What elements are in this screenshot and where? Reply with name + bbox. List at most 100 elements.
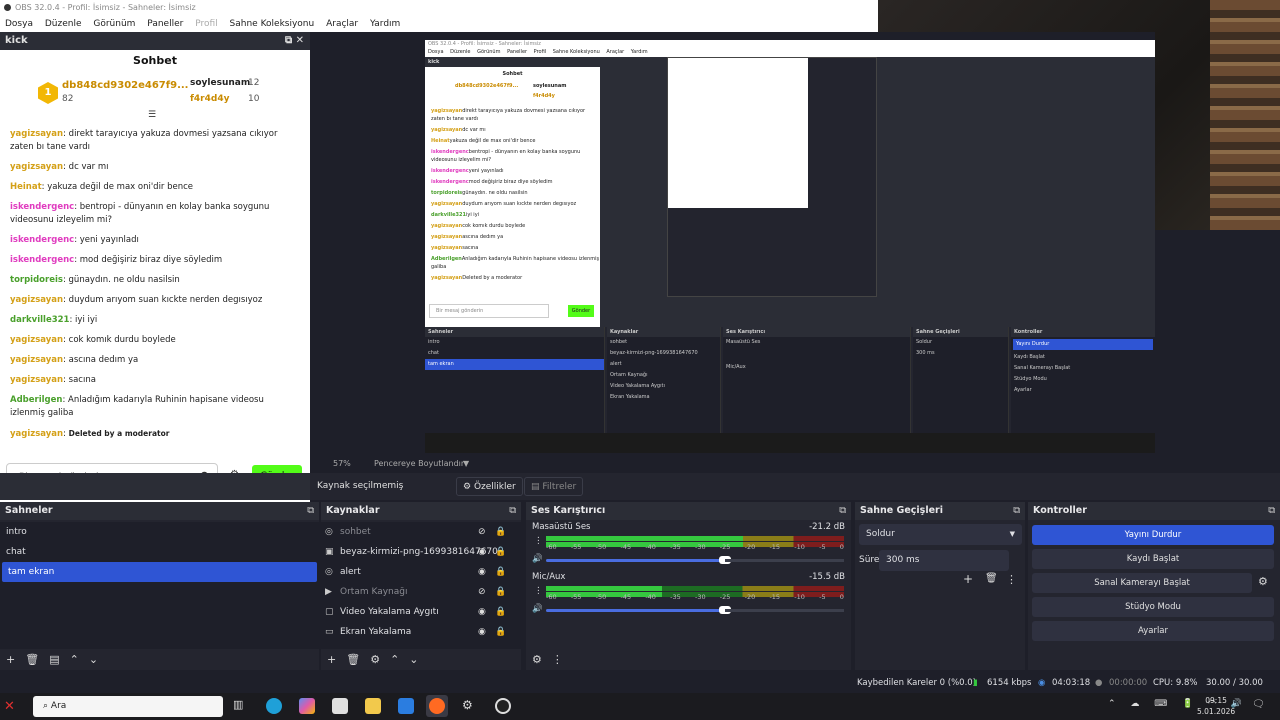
- settings-button[interactable]: Ayarlar: [1032, 621, 1274, 641]
- trash-icon[interactable]: 🗑: [25, 653, 39, 666]
- chat-username[interactable]: yagizsayan: [10, 355, 63, 365]
- source-item[interactable]: ▭ Ekran Yakalama ◉ 🔒: [321, 622, 521, 642]
- add-icon[interactable]: +: [963, 572, 973, 586]
- chat-username[interactable]: yagizsayan: [10, 375, 63, 385]
- scene-item-intro[interactable]: intro: [0, 522, 319, 542]
- pin-icon[interactable]: ☰: [148, 110, 156, 120]
- dock-popout-icon[interactable]: ⧉: [509, 502, 516, 520]
- menu-edit[interactable]: Düzenle: [45, 19, 82, 29]
- chat-username[interactable]: yagizsayan: [10, 335, 63, 345]
- fit-window-label[interactable]: Pencereye Boyutlandır: [374, 455, 464, 473]
- dock-popout-icon[interactable]: ⧉: [839, 502, 846, 520]
- menu-profile[interactable]: Profil: [195, 19, 217, 29]
- lock-icon[interactable]: 🔒: [495, 522, 506, 542]
- chat-username[interactable]: Adberilgen: [10, 395, 62, 405]
- trash-icon[interactable]: 🗑: [346, 653, 360, 666]
- volume-track[interactable]: [725, 609, 844, 612]
- trash-icon[interactable]: 🗑: [985, 573, 998, 584]
- firefox-icon[interactable]: [429, 698, 445, 714]
- obs-icon[interactable]: [495, 698, 511, 714]
- menu-help[interactable]: Yardım: [370, 19, 400, 29]
- arrow-up-icon[interactable]: ⌃: [70, 653, 79, 666]
- speaker-icon[interactable]: 🔊: [532, 554, 543, 564]
- chevron-down-icon[interactable]: ▼: [463, 455, 469, 473]
- transition-select[interactable]: Soldur ▼: [859, 524, 1022, 545]
- start-recording-button[interactable]: Kaydı Başlat: [1032, 549, 1274, 569]
- lock-icon[interactable]: 🔒: [495, 582, 506, 602]
- scene-item-chat[interactable]: chat: [0, 542, 319, 562]
- eye-hidden-icon[interactable]: ⊘: [478, 522, 486, 542]
- menu-view[interactable]: Görünüm: [93, 19, 135, 29]
- advanced-audio-icon[interactable]: ⚙: [532, 653, 542, 666]
- volume-slider[interactable]: [546, 556, 731, 564]
- lock-icon[interactable]: 🔒: [495, 562, 506, 582]
- studio-mode-button[interactable]: Stüdyo Modu: [1032, 597, 1274, 617]
- chat-username[interactable]: torpidoreis: [10, 275, 63, 285]
- chat-username[interactable]: yagizsayan: [10, 162, 63, 172]
- mail-icon[interactable]: [398, 698, 414, 714]
- volume-slider[interactable]: [546, 606, 731, 614]
- scene-item-tam-ekran[interactable]: tam ekran: [2, 562, 317, 582]
- taskbar-search[interactable]: ⌕ Ara: [33, 696, 223, 717]
- add-icon[interactable]: +: [327, 653, 336, 666]
- menu-tools[interactable]: Araçlar: [326, 19, 358, 29]
- chat-username[interactable]: Heinat: [10, 182, 42, 192]
- folder-icon[interactable]: [365, 698, 381, 714]
- source-item[interactable]: ◎ alert ◉ 🔒: [321, 562, 521, 582]
- source-item[interactable]: ▢ Video Yakalama Aygıtı ◉ 🔒: [321, 602, 521, 622]
- dock-popout-icon[interactable]: ⧉: [1268, 502, 1275, 520]
- add-icon[interactable]: +: [6, 653, 15, 666]
- eye-hidden-icon[interactable]: ⊘: [478, 582, 486, 602]
- source-item[interactable]: ▣ beyaz-kirmizi-png-1699381647670 ◉ 🔒: [321, 542, 521, 562]
- channel-menu-icon[interactable]: ⋮: [534, 586, 543, 596]
- lock-icon[interactable]: 🔒: [495, 622, 506, 642]
- arrow-up-icon[interactable]: ⌃: [390, 653, 399, 666]
- properties-button[interactable]: ⚙ Özellikler: [456, 477, 523, 496]
- arrow-down-icon[interactable]: ⌄: [409, 653, 418, 666]
- source-item[interactable]: ▶ Ortam Kaynağı ⊘ 🔒: [321, 582, 521, 602]
- notification-icon[interactable]: 🗨: [1252, 699, 1265, 710]
- eye-icon[interactable]: ◉: [478, 562, 486, 582]
- edge-icon[interactable]: [266, 698, 282, 714]
- gear-icon[interactable]: ⚙: [370, 653, 380, 666]
- eye-icon[interactable]: ◉: [478, 602, 486, 622]
- task-view-icon[interactable]: ▥: [233, 698, 249, 714]
- speaker-icon[interactable]: 🔊: [532, 604, 543, 614]
- store-icon[interactable]: [332, 698, 348, 714]
- menu-icon[interactable]: ⋮: [1006, 573, 1017, 586]
- chat-username[interactable]: iskendergenc: [10, 202, 74, 212]
- dock-popout-icon[interactable]: ⧉: [307, 502, 314, 520]
- menu-docks[interactable]: Paneller: [147, 19, 183, 29]
- menu-file[interactable]: Dosya: [5, 19, 33, 29]
- arrow-down-icon[interactable]: ⌄: [89, 653, 98, 666]
- dock-popout-icon[interactable]: ⧉: [1013, 502, 1020, 520]
- filters-button[interactable]: ▤ Filtreler: [524, 477, 584, 496]
- stop-streaming-button[interactable]: Yayını Durdur: [1032, 525, 1274, 545]
- dock-popout-icon[interactable]: ⧉: [285, 35, 292, 46]
- eye-icon[interactable]: ◉: [478, 542, 486, 562]
- channel-menu-icon[interactable]: ⋮: [534, 536, 543, 546]
- chat-username[interactable]: yagizsayan: [10, 129, 63, 139]
- eye-icon[interactable]: ◉: [478, 622, 486, 642]
- chat-username[interactable]: iskendergenc: [10, 235, 74, 245]
- clock[interactable]: 09:15 5.01.2026: [1197, 695, 1235, 717]
- chat-username[interactable]: iskendergenc: [10, 255, 74, 265]
- dock-close-icon[interactable]: ✕: [296, 35, 304, 46]
- virtual-camera-settings-icon[interactable]: ⚙: [1258, 575, 1268, 588]
- menu-icon[interactable]: ⋮: [552, 653, 563, 666]
- zoom-level[interactable]: 57%: [333, 455, 351, 473]
- duration-input[interactable]: 300 ms: [879, 550, 1009, 571]
- filter-icon[interactable]: ▤: [49, 653, 59, 666]
- start-virtual-camera-button[interactable]: Sanal Kamerayı Başlat: [1032, 573, 1252, 593]
- leader-third-name[interactable]: f4r4d4y: [190, 94, 229, 104]
- chat-username[interactable]: yagizsayan: [10, 295, 63, 305]
- leader-second-name[interactable]: soylesunam: [190, 78, 250, 88]
- leader-first-name[interactable]: db848cd9302e467f9...: [62, 80, 188, 91]
- lock-icon[interactable]: 🔒: [495, 602, 506, 622]
- source-item[interactable]: ◎ sohbet ⊘ 🔒: [321, 522, 521, 542]
- settings-icon[interactable]: ⚙: [462, 698, 478, 714]
- menu-scene-collection[interactable]: Sahne Koleksiyonu: [230, 19, 315, 29]
- chat-username[interactable]: darkville321: [10, 315, 69, 325]
- lock-icon[interactable]: 🔒: [495, 542, 506, 562]
- chat-username[interactable]: yagizsayan: [10, 429, 63, 439]
